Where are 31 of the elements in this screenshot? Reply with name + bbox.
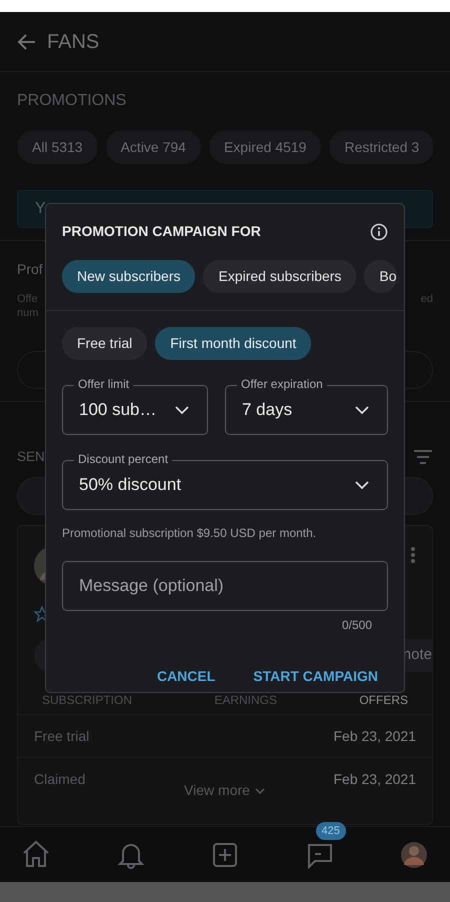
- filter-chip[interactable]: Active 794: [106, 130, 201, 164]
- filter-chip[interactable]: Restricted 3: [329, 130, 433, 164]
- helper-text: Promotional subscription $9.50 USD per month.: [62, 525, 318, 542]
- dialog-title: PROMOTION CAMPAIGN FOR: [62, 222, 261, 241]
- offer-type-chip[interactable]: Free trial: [62, 327, 148, 360]
- character-counter: 0/500: [340, 617, 372, 634]
- column-header[interactable]: OFFERS: [359, 691, 408, 709]
- table-cell-text: Feb 23, 2021: [333, 770, 416, 788]
- filter-chip[interactable]: All 5313: [17, 130, 98, 164]
- chevron-down-icon: [254, 786, 266, 794]
- section-title: Prof: [17, 260, 43, 279]
- section-title: SEN: [17, 448, 45, 466]
- dialog-button[interactable]: CANCEL: [150, 662, 222, 691]
- section-title: PROMOTIONS: [17, 91, 128, 111]
- more-options-icon[interactable]: [410, 546, 416, 564]
- count-badge: 425: [316, 822, 346, 840]
- offer-type-chip[interactable]: First month discount: [155, 327, 312, 360]
- info-icon[interactable]: [370, 222, 388, 240]
- back-arrow-icon[interactable]: [17, 32, 37, 52]
- filter-chip[interactable]: Expired 4519: [208, 130, 322, 164]
- audience-chip[interactable]: Expired subscribers: [203, 260, 356, 293]
- filter-icon[interactable]: [413, 449, 433, 465]
- dialog-button[interactable]: START CAMPAIGN: [247, 662, 384, 691]
- audience-chip[interactable]: New subscribers: [62, 260, 196, 293]
- page-title: FANS: [47, 30, 100, 54]
- table-cell-text: Free trial: [34, 726, 90, 746]
- banner-text: Y: [35, 199, 46, 219]
- table-cell-text: Feb 23, 2021: [333, 726, 416, 746]
- audience-chip[interactable]: Bo: [364, 260, 397, 293]
- table-cell-text: Claimed: [34, 770, 86, 788]
- message-field[interactable]: Message (optional): [62, 561, 388, 611]
